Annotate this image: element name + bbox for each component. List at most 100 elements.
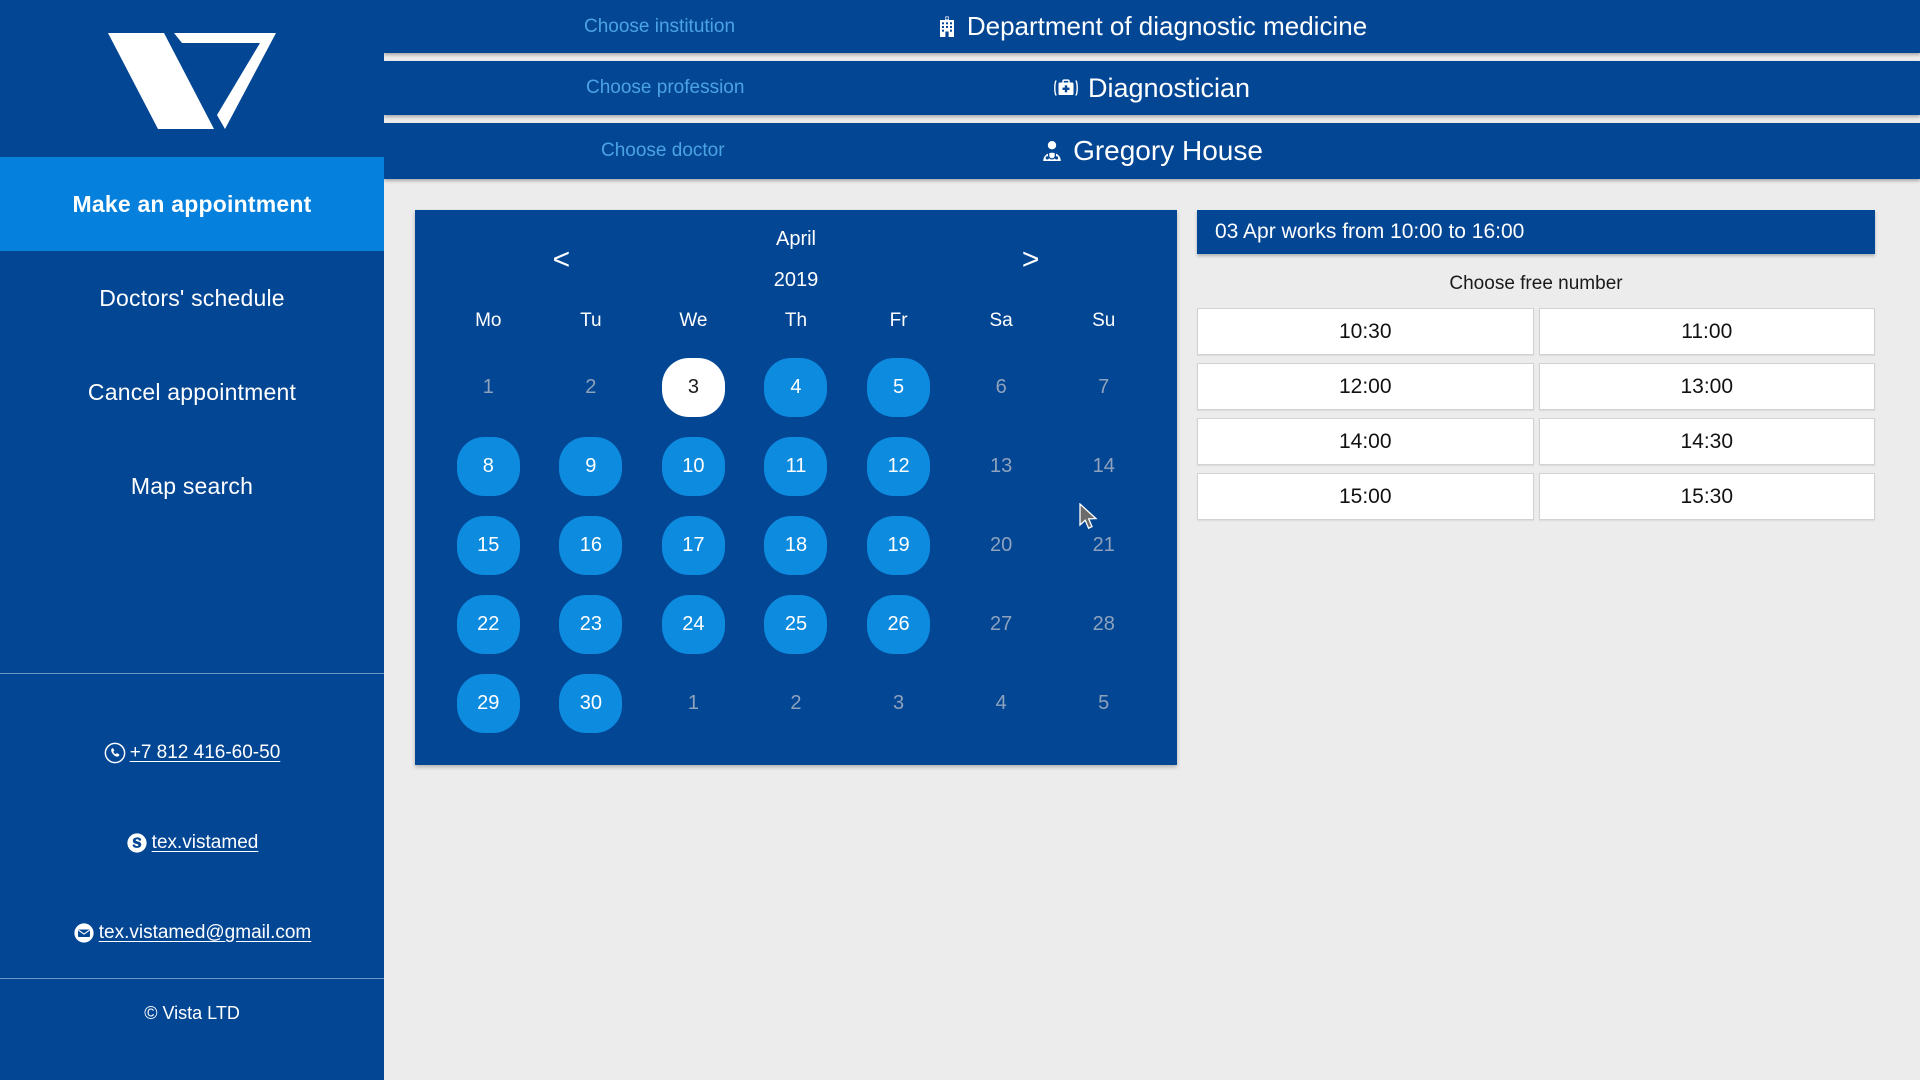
calendar-day-avail[interactable]: 22 [456, 595, 520, 654]
calendar-day-off: 2 [790, 692, 802, 714]
contact-skype-link[interactable]: tex.vistamed [152, 832, 259, 854]
calendar-title: April 2019 [774, 229, 819, 292]
calendar-day-avail[interactable]: 4 [764, 358, 828, 417]
calendar-cell: 14 [1052, 427, 1155, 506]
sidebar-item-doctors-schedule[interactable]: Doctors' schedule [0, 251, 384, 345]
skype-icon [127, 833, 147, 853]
time-slot-button[interactable]: 10:30 [1197, 308, 1534, 355]
calendar-cell: 27 [950, 585, 1053, 664]
calendar-day-avail[interactable]: 29 [456, 674, 520, 733]
calendar-day-avail[interactable]: 16 [559, 516, 623, 575]
main-area: Choose institution Department of diagnos… [384, 0, 1920, 1080]
calendar-cell: 2 [745, 664, 848, 743]
app-root: Make an appointment Doctors' schedule Ca… [0, 0, 1920, 1080]
calendar-cell: 1 [642, 664, 745, 743]
time-slot-button[interactable]: 11:00 [1538, 308, 1875, 355]
time-slot-button[interactable]: 13:00 [1538, 363, 1875, 410]
choose-doctor-value: Gregory House [1073, 135, 1263, 166]
choose-institution-row[interactable]: Choose institution Department of diagnos… [384, 0, 1920, 53]
calendar-cell: 12 [847, 427, 950, 506]
calendar-cell: 4 [745, 348, 848, 427]
calendar-week-row: 22 23 24 25 26 27 28 [415, 585, 1177, 664]
calendar-day-avail[interactable]: 12 [867, 437, 931, 496]
calendar-day-avail[interactable]: 17 [661, 516, 725, 575]
calendar-day-off: 20 [990, 534, 1013, 556]
phone-icon [104, 742, 126, 764]
calendar-day-avail[interactable]: 8 [456, 437, 520, 496]
calendar-day-avail[interactable]: 25 [764, 595, 828, 654]
calendar-week-row: 15 16 17 18 19 20 21 [415, 506, 1177, 585]
calendar-month-label: April [775, 227, 816, 250]
choose-doctor-value-wrap: Gregory House [384, 135, 1920, 167]
calendar-day-avail[interactable]: 11 [764, 437, 828, 496]
content-area: < April 2019 > Mo Tu We Th Fr Sa Su 1 2 … [384, 187, 1920, 1080]
calendar-cell: 11 [745, 427, 848, 506]
calendar-cell: 10 [642, 427, 745, 506]
calendar-cell: 3 [847, 664, 950, 743]
calendar-day-avail[interactable]: 19 [867, 516, 931, 575]
sidebar: Make an appointment Doctors' schedule Ca… [0, 0, 384, 1080]
calendar-cell: 9 [540, 427, 643, 506]
time-slot-button[interactable]: 14:30 [1538, 418, 1875, 465]
calendar-day-off: 14 [1092, 455, 1115, 477]
time-slot-button[interactable]: 12:00 [1197, 363, 1534, 410]
sidebar-item-cancel-appointment[interactable]: Cancel appointment [0, 345, 384, 439]
calendar-widget: < April 2019 > Mo Tu We Th Fr Sa Su 1 2 … [415, 210, 1177, 765]
contact-email-link[interactable]: tex.vistamed@gmail.com [99, 922, 312, 944]
calendar-day-avail[interactable]: 15 [456, 516, 520, 575]
calendar-cell: 18 [745, 506, 848, 585]
time-slot-button[interactable]: 15:00 [1197, 473, 1534, 520]
calendar-cell: 5 [847, 348, 950, 427]
choose-institution-value: Department of diagnostic medicine [966, 11, 1368, 41]
calendar-grid: 1 2 3 4 5 6 7 8 9 10 11 12 13 14 15 16 17 18 19 20 21 22 23 24 2… [415, 348, 1177, 743]
calendar-day-avail[interactable]: 10 [661, 437, 725, 496]
calendar-cell: 25 [745, 585, 848, 664]
calendar-day-avail[interactable]: 9 [559, 437, 623, 496]
day-name-su: Su [1092, 310, 1116, 331]
time-slot-button[interactable]: 15:30 [1538, 473, 1875, 520]
calendar-day-avail[interactable]: 23 [559, 595, 623, 654]
hospital-icon [939, 16, 954, 37]
calendar-day-avail[interactable]: 26 [867, 595, 931, 654]
sidebar-item-label: Make an appointment [72, 190, 312, 217]
calendar-week-row: 1 2 345 6 7 [415, 348, 1177, 427]
calendar-day-avail[interactable]: 5 [867, 358, 931, 417]
calendar-day-selected[interactable]: 3 [661, 358, 725, 417]
email-icon [74, 923, 94, 943]
sidebar-nav: Make an appointment Doctors' schedule Ca… [0, 157, 384, 533]
contact-phone[interactable]: +7 812 416-60-50 [0, 708, 384, 798]
calendar-prev-month-button[interactable]: < [553, 243, 571, 277]
day-name-fr: Fr [889, 310, 908, 331]
vista-v-logo-icon [108, 32, 276, 129]
time-slot-button[interactable]: 14:00 [1197, 418, 1534, 465]
choose-profession-value: Diagnostician [1087, 72, 1251, 103]
sidebar-item-map-search[interactable]: Map search [0, 439, 384, 533]
calendar-day-avail[interactable]: 30 [559, 674, 623, 733]
brand-logo[interactable] [0, 0, 384, 157]
copyright: © Vista LTD [144, 1002, 240, 1023]
calendar-day-off: 28 [1092, 613, 1115, 635]
contact-email[interactable]: tex.vistamed@gmail.com [0, 888, 384, 978]
doctor-icon [1043, 141, 1061, 161]
calendar-next-month-button[interactable]: > [1022, 243, 1040, 277]
contact-skype[interactable]: tex.vistamed [0, 798, 384, 888]
calendar-day-off: 4 [995, 692, 1007, 714]
choose-profession-row[interactable]: Choose profession Diagnostician [384, 61, 1920, 115]
day-name-tu: Tu [580, 310, 602, 331]
choose-doctor-row[interactable]: Choose doctor Gregory House [384, 123, 1920, 179]
calendar-cell: 29 [437, 664, 540, 743]
calendar-cell: 30 [540, 664, 643, 743]
calendar-cell: 1 [437, 348, 540, 427]
calendar-day-off: 6 [995, 376, 1007, 398]
calendar-week-row: 8 9 10 11 12 13 14 [415, 427, 1177, 506]
sidebar-item-make-an-appointment[interactable]: Make an appointment [0, 157, 384, 251]
calendar-cell: 13 [950, 427, 1053, 506]
calendar-day-avail[interactable]: 24 [661, 595, 725, 654]
calendar-day-off: 7 [1098, 376, 1110, 398]
contact-phone-link[interactable]: +7 812 416-60-50 [130, 742, 281, 764]
calendar-cell: 20 [950, 506, 1053, 585]
calendar-cell: 2 [540, 348, 643, 427]
day-name-we: We [679, 310, 708, 331]
calendar-day-avail[interactable]: 18 [764, 516, 828, 575]
calendar-header: < April 2019 > [415, 210, 1177, 310]
